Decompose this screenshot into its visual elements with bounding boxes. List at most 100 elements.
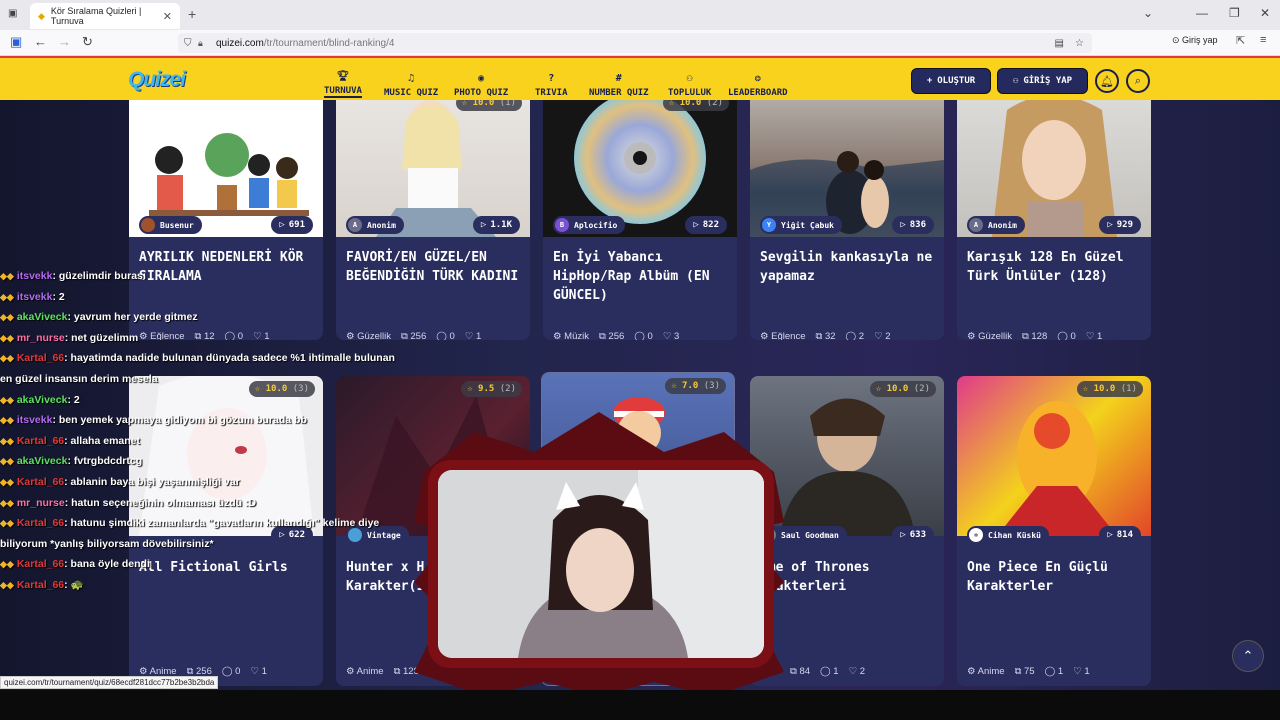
url-host: quizei.com [216,37,264,49]
card-title[interactable]: FAVORİ/EN GÜZEL/EN BEĞENDİĞİN TÜRK KADIN… [346,248,526,286]
create-button[interactable]: + OLUŞTUR [911,68,991,94]
tab-dropdown-icon[interactable]: ⌄ [1143,6,1153,20]
chat-text: en güzel insansın derim mesela [0,372,158,385]
search-button[interactable]: ⌕ [1126,69,1150,93]
avatar: A [969,218,983,232]
bell-icon: 🔔︎ [1100,75,1114,88]
reload-icon[interactable]: ↻ [82,34,93,50]
nav-label: PHOTO QUIZ [454,88,509,98]
play-count-value: 822 [702,220,719,230]
sidebar-icon[interactable]: ▣ [10,34,22,50]
card-author[interactable]: Y Yiğit Çabuk [760,216,842,234]
play-icon: ▷ [279,220,285,230]
nav-photo-quiz[interactable]: ◉ PHOTO QUIZ [454,62,508,98]
browser-login-button[interactable]: ⊙ Giriş yap [1172,35,1218,46]
quiz-card[interactable]: ☆ 10.0 (2) B Aplocifio ▷ 822 En İyi Yabanc… [543,100,737,340]
chat-badges-icon: ◆◆ [0,497,14,508]
star-icon: ☆ [671,381,677,391]
card-title[interactable]: En İyi Yabancı HipHop/Rap Albüm (EN GÜNC… [553,248,733,305]
bookmark-star-icon[interactable]: ☆ [1075,38,1084,49]
author-name: Saul Goodman [781,530,839,540]
rating-count: (2) [499,384,516,394]
play-icon: ▷ [900,220,906,230]
star-icon: ☆ [875,384,882,394]
scroll-to-top-button[interactable]: ⌃ [1232,640,1264,672]
quiz-card[interactable]: ☆ 10.0 (1) ✲ Cihan Küskü ▷ 814 One Piece E… [957,376,1151,686]
webcam-overlay [414,412,784,696]
rating-count: (2) [913,384,930,394]
forward-icon[interactable]: → [58,34,71,49]
create-label: OLUŞTUR [937,76,976,86]
card-title[interactable]: Sevgilin kankasıyla ne yapamaz [760,248,940,286]
chat-username: mr_nurse [16,331,65,344]
tab-list-icon[interactable]: ▣ [8,8,17,19]
login-button[interactable]: ⚇ GİRİŞ YAP [997,68,1088,94]
hash-icon: # [615,73,622,84]
minimize-icon[interactable]: — [1196,6,1208,20]
card-author[interactable]: Busenur [139,216,202,234]
users-icon: ⚇ [686,73,693,84]
star-icon: ☆ [467,384,473,394]
nav-trivia[interactable]: ? TRIVIA [535,62,568,98]
category: ⚙ Anime [346,666,384,677]
category: ⚙ Eğlence [760,331,806,340]
menu-icon[interactable]: ≡ [1260,34,1266,46]
chat-message: ◆◆ Kartal_66: hayatimda nadide bulunan dü… [0,348,395,369]
maximize-icon[interactable]: ❐ [1229,6,1240,20]
avatar: A [348,218,362,232]
card-author[interactable]: A Anonim [346,216,404,234]
chat-message: ◆◆ akaViveck: yavrum her yerde gitmez [0,307,340,328]
chat-badges-icon: ◆◆ [0,271,14,281]
card-author[interactable]: A Anonim [967,216,1025,234]
comments-count: ◯ 2 [845,331,865,340]
author-name: Anonim [367,220,396,230]
nav-topluluk[interactable]: ⚇ TOPLULUK [668,62,711,98]
star-icon: ☆ [668,100,675,108]
reader-view-icon[interactable]: ▤ [1055,38,1064,49]
nav-leaderboard[interactable]: ❂ LEADERBOARD [728,62,788,98]
taskbar-area [0,690,1280,720]
question-icon: ? [548,73,555,84]
rating-count: (2) [706,100,723,108]
card-title[interactable]: Karışık 128 En Güzel Türk Ünlüler (128) [967,248,1147,286]
nav-music-quiz[interactable]: ♫ MUSIC QUIZ [384,62,438,98]
play-count: ▷ 929 [1099,216,1141,234]
chat-message: ◆◆ Kartal_66: hatunu şimdiki zamanlarda "… [0,513,379,534]
card-footer: ⧉ 84 ◯ 1 ♡ 2 [760,666,934,677]
chat-badges-icon: ◆◆ [0,312,14,323]
close-window-icon[interactable]: ✕ [1260,6,1270,20]
chat-message: ◆◆ Kartal_66: allaha emanet [0,431,340,452]
camera-icon: ◉ [478,73,485,84]
extensions-icon[interactable]: ⇱ [1236,34,1245,47]
play-icon: ▷ [693,220,699,230]
browser-tab[interactable]: ◆ Kör Sıralama Quizleri | Turnuva ✕ [30,3,180,29]
star-icon: ☆ [461,100,468,108]
chat-text: : hatunu şimdiki zamanlarda "gavatların … [64,517,380,530]
nav-turnuva[interactable]: 🏆︎ TURNUVA [324,62,362,98]
play-count: ▷ 633 [892,526,934,544]
chat-badges-icon: ◆◆ [0,456,14,467]
new-tab-icon[interactable]: + [188,6,196,22]
site-logo[interactable]: Quizei [128,68,186,92]
site-header: Quizei 🏆︎ TURNUVA ♫ MUSIC QUIZ ◉ PHOTO QUIZ… [0,56,1280,100]
card-author[interactable]: B Aplocifio [553,216,626,234]
chat-badges-icon: ◆◆ [0,415,14,426]
chat-message: ◆◆ akaViveck: 2 [0,390,340,411]
quiz-card[interactable]: A Anonim ▷ 929 Karışık 128 En Güzel Türk Ü… [957,100,1151,340]
chat-text: : hayatimda nadide bulunan dünyada sadec… [64,352,395,365]
address-bar[interactable]: ⛉ 🔒︎ quizei.com/tr/tournament/blind-rank… [178,33,1092,53]
quiz-card[interactable]: ☆ 10.0 (1) A Anonim ▷ 1.1K FAVORİ/EN GÜZEL… [336,100,530,340]
comments-count: ◯ 1 [820,666,839,677]
chat-username: Kartal_66 [16,558,65,571]
close-tab-icon[interactable]: ✕ [163,10,172,23]
card-title[interactable]: ame of Thrones arakterleri [760,558,940,596]
quiz-card[interactable]: Y Yiğit Çabuk ▷ 836 Sevgilin kankasıyla ne… [750,100,944,340]
card-title[interactable]: One Piece En Güçlü Karakterler [967,558,1147,596]
chat-text: : allaha emanet [64,434,140,447]
nav-number-quiz[interactable]: # NUMBER QUIZ [589,62,649,98]
notifications-button[interactable]: 🔔︎ [1095,69,1119,93]
rating-badge: ☆ 10.0 (1) [1076,381,1143,397]
avatar [348,528,362,542]
back-icon[interactable]: ← [34,34,47,49]
card-author[interactable]: ✲ Cihan Küskü [967,526,1049,544]
